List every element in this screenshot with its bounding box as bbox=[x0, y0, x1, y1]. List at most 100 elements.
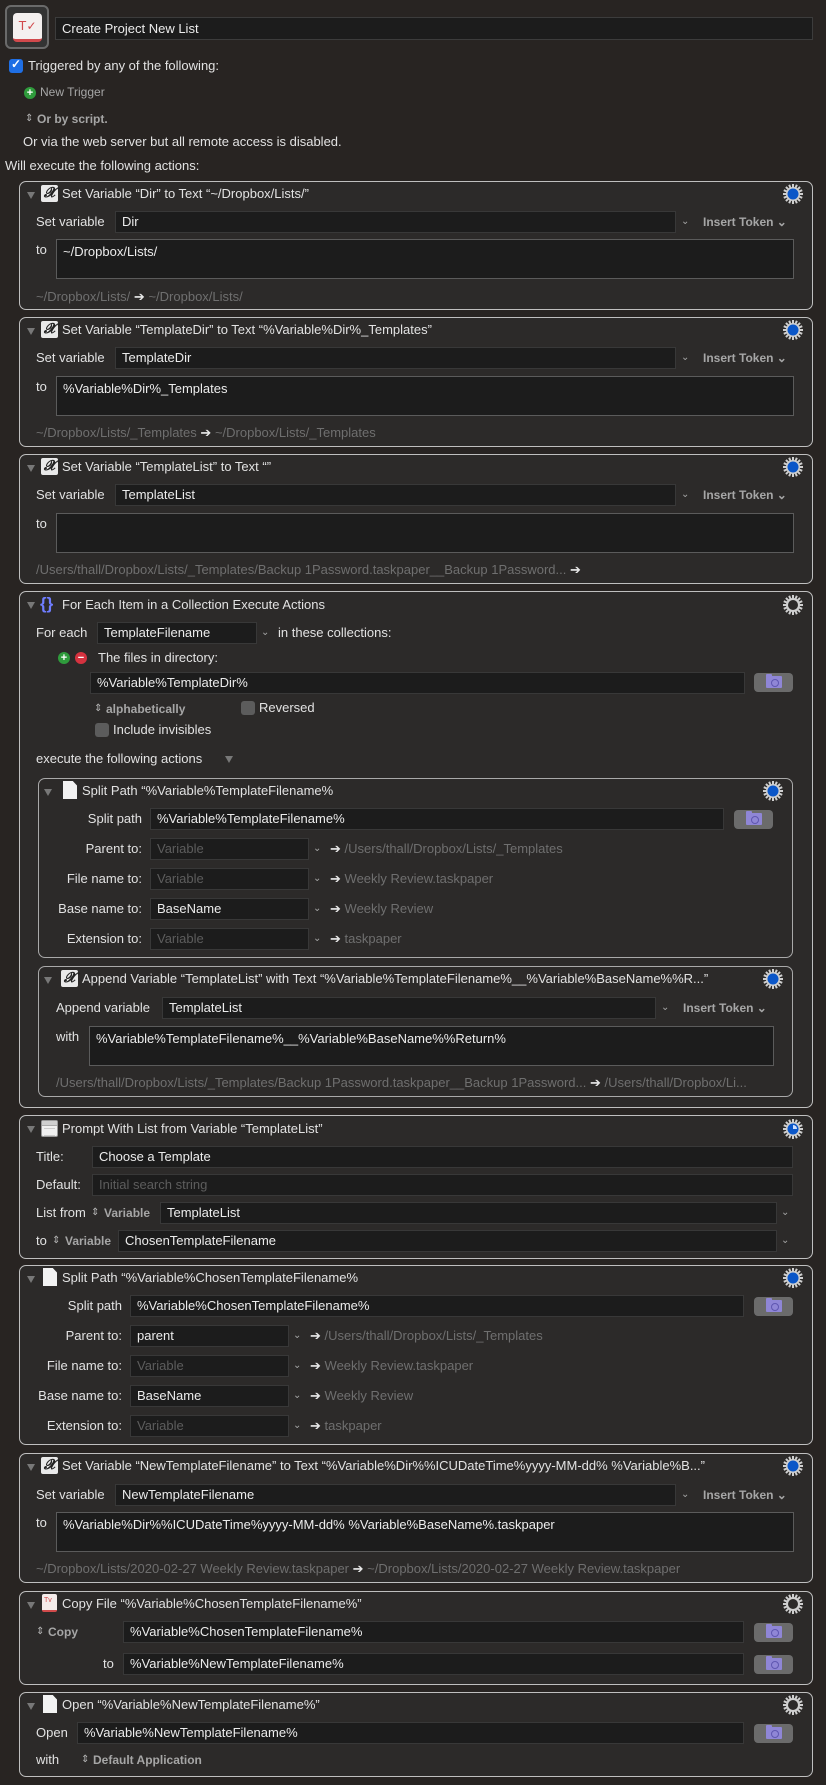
action-title: For Each Item in a Collection Execute Ac… bbox=[62, 597, 326, 612]
insert-token-button[interactable]: Insert Token ⌄ bbox=[703, 1487, 787, 1503]
extension-chevron-icon[interactable]: ⌄ bbox=[313, 933, 321, 945]
execute-disclosure-icon[interactable] bbox=[225, 756, 233, 763]
choose-file-button[interactable] bbox=[734, 810, 773, 829]
base-name-chevron-icon[interactable]: ⌄ bbox=[293, 1390, 301, 1402]
macro-icon-well[interactable]: T✓ bbox=[5, 5, 49, 49]
disclosure-triangle-icon[interactable] bbox=[27, 1276, 35, 1283]
base-name-to-field[interactable]: BaseName bbox=[130, 1385, 289, 1407]
split-path-field[interactable]: %Variable%TemplateFilename% bbox=[150, 808, 724, 830]
disclosure-triangle-icon[interactable] bbox=[27, 1602, 35, 1609]
text-value-field[interactable]: %Variable%Dir%_Templates bbox=[56, 376, 794, 416]
text-value-field[interactable]: ~/Dropbox/Lists/ bbox=[56, 239, 794, 279]
extension-to-field[interactable]: Variable bbox=[150, 928, 309, 950]
split-path-field[interactable]: %Variable%ChosenTemplateFilename% bbox=[130, 1295, 744, 1317]
to-label: to bbox=[36, 242, 47, 257]
prompt-title-field[interactable]: Choose a Template bbox=[92, 1146, 793, 1168]
add-collection-icon[interactable]: + bbox=[58, 652, 70, 664]
choose-file-button[interactable] bbox=[754, 1297, 793, 1316]
gear-icon[interactable] bbox=[783, 1594, 803, 1614]
append-text-field[interactable]: %Variable%TemplateFilename%__%Variable%B… bbox=[89, 1026, 774, 1066]
disclosure-triangle-icon[interactable] bbox=[27, 602, 35, 609]
insert-token-button[interactable]: Insert Token ⌄ bbox=[703, 214, 787, 230]
gear-icon[interactable] bbox=[783, 184, 803, 204]
disclosure-triangle-icon[interactable] bbox=[27, 328, 35, 335]
base-name-chevron-icon[interactable]: ⌄ bbox=[313, 903, 321, 915]
copy-source-field[interactable]: %Variable%ChosenTemplateFilename% bbox=[123, 1621, 744, 1643]
choose-destination-button[interactable] bbox=[754, 1655, 793, 1674]
choose-source-button[interactable] bbox=[754, 1623, 793, 1642]
gear-icon[interactable] bbox=[783, 1456, 803, 1476]
file-name-to-field[interactable]: Variable bbox=[150, 868, 309, 890]
parent-to-field[interactable]: parent bbox=[130, 1325, 289, 1347]
base-name-to-field[interactable]: BaseName bbox=[150, 898, 309, 920]
application-popup[interactable]: Default Application bbox=[93, 1752, 202, 1768]
directory-field[interactable]: %Variable%TemplateDir% bbox=[90, 672, 745, 694]
disclosure-triangle-icon[interactable] bbox=[44, 789, 52, 796]
file-name-chevron-icon[interactable]: ⌄ bbox=[293, 1360, 301, 1372]
variable-dropdown-chevron-icon[interactable]: ⌄ bbox=[681, 216, 689, 228]
choose-folder-button[interactable] bbox=[754, 673, 793, 692]
gear-icon[interactable] bbox=[783, 1268, 803, 1288]
include-invisibles-checkbox[interactable] bbox=[95, 723, 109, 737]
remove-collection-icon[interactable]: − bbox=[75, 652, 87, 664]
folder-icon bbox=[766, 1725, 782, 1739]
variable-dropdown-chevron-icon[interactable]: ⌄ bbox=[681, 489, 689, 501]
set-variable-label: Set variable bbox=[36, 487, 105, 502]
parent-to-field[interactable]: Variable bbox=[150, 838, 309, 860]
parent-chevron-icon[interactable]: ⌄ bbox=[313, 843, 321, 855]
to-source-popup[interactable]: Variable bbox=[65, 1233, 111, 1249]
include-invisibles-label: Include invisibles bbox=[113, 722, 212, 737]
append-variable-field[interactable]: TemplateList bbox=[162, 997, 656, 1019]
for-each-variable-field[interactable]: TemplateFilename bbox=[97, 622, 257, 644]
parent-chevron-icon[interactable]: ⌄ bbox=[293, 1330, 301, 1342]
variable-dropdown-chevron-icon[interactable]: ⌄ bbox=[661, 1002, 669, 1014]
insert-token-button[interactable]: Insert Token ⌄ bbox=[703, 487, 787, 503]
open-file-field[interactable]: %Variable%NewTemplateFilename% bbox=[77, 1722, 744, 1744]
gear-icon[interactable] bbox=[763, 969, 783, 989]
variable-name-field[interactable]: NewTemplateFilename bbox=[115, 1484, 676, 1506]
taskpaper-app-icon: T✓ bbox=[13, 13, 42, 42]
for-each-variable-chevron-icon[interactable]: ⌄ bbox=[261, 627, 269, 639]
list-from-source-popup[interactable]: Variable bbox=[104, 1205, 150, 1221]
disclosure-triangle-icon[interactable] bbox=[27, 465, 35, 472]
copy-destination-field[interactable]: %Variable%NewTemplateFilename% bbox=[123, 1653, 744, 1675]
extension-chevron-icon[interactable]: ⌄ bbox=[293, 1420, 301, 1432]
triggered-checkbox[interactable] bbox=[9, 57, 23, 73]
insert-token-button[interactable]: Insert Token ⌄ bbox=[683, 1000, 767, 1016]
variable-name-field[interactable]: TemplateDir bbox=[115, 347, 676, 369]
list-from-variable-field[interactable]: TemplateList bbox=[160, 1202, 777, 1224]
disclosure-triangle-icon[interactable] bbox=[27, 1126, 35, 1133]
to-variable-field[interactable]: ChosenTemplateFilename bbox=[118, 1230, 777, 1252]
variable-dropdown-chevron-icon[interactable]: ⌄ bbox=[681, 352, 689, 364]
gear-icon[interactable] bbox=[783, 457, 803, 477]
gear-icon[interactable] bbox=[783, 595, 803, 615]
sort-order-popup[interactable]: alphabetically bbox=[106, 701, 185, 717]
disclosure-triangle-icon[interactable] bbox=[27, 1703, 35, 1710]
default-field[interactable]: Initial search string bbox=[92, 1174, 793, 1196]
macro-name-field[interactable]: Create Project New List bbox=[55, 17, 813, 40]
gear-icon[interactable] bbox=[763, 781, 783, 801]
choose-file-button[interactable] bbox=[754, 1724, 793, 1743]
gear-icon[interactable] bbox=[783, 1695, 803, 1715]
copy-mode-popup[interactable]: Copy bbox=[48, 1624, 78, 1640]
disclosure-triangle-icon[interactable] bbox=[27, 192, 35, 199]
disclosure-triangle-icon[interactable] bbox=[27, 1464, 35, 1471]
text-value-field[interactable]: %Variable%Dir%%ICUDateTime%yyyy-MM-dd% %… bbox=[56, 1512, 794, 1552]
variable-name-field[interactable]: TemplateList bbox=[115, 484, 676, 506]
file-name-chevron-icon[interactable]: ⌄ bbox=[313, 873, 321, 885]
list-from-chevron-icon[interactable]: ⌄ bbox=[781, 1207, 789, 1219]
insert-token-button[interactable]: Insert Token ⌄ bbox=[703, 350, 787, 366]
or-by-script-toggle[interactable]: Or by script. bbox=[37, 111, 108, 127]
gear-icon[interactable] bbox=[783, 320, 803, 340]
text-value-field[interactable] bbox=[56, 513, 794, 553]
gear-clock-icon[interactable] bbox=[783, 1119, 803, 1139]
disclosure-triangle-icon[interactable] bbox=[44, 977, 52, 984]
extension-to-field[interactable]: Variable bbox=[130, 1415, 289, 1437]
to-variable-chevron-icon[interactable]: ⌄ bbox=[781, 1235, 789, 1247]
file-name-to-field[interactable]: Variable bbox=[130, 1355, 289, 1377]
variable-dropdown-chevron-icon[interactable]: ⌄ bbox=[681, 1489, 689, 1501]
variable-name-field[interactable]: Dir bbox=[115, 211, 676, 233]
reversed-checkbox[interactable] bbox=[241, 701, 255, 715]
new-trigger-button[interactable]: New Trigger bbox=[40, 84, 105, 100]
new-trigger-icon[interactable]: + bbox=[24, 87, 36, 99]
